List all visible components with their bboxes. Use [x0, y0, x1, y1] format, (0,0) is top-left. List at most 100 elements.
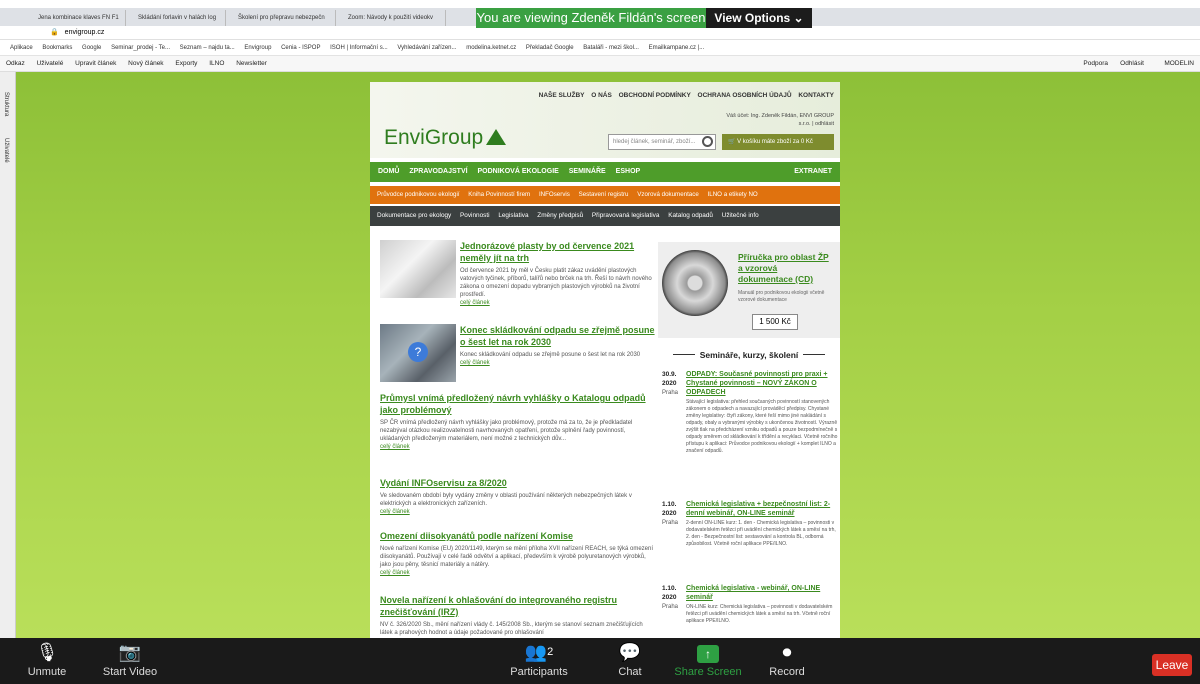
nav-item[interactable]: SEMINÁŘE [569, 168, 606, 175]
article-desc: NV č. 326/2020 Sb., mění nařízení vlády … [380, 622, 643, 636]
nav-item[interactable]: Průvodce podnikovou ekologií [377, 191, 460, 198]
admin-link[interactable]: Uživatelé [37, 60, 64, 67]
cart-button[interactable]: 🛒 V košíku máte zboží za 0 Kč [722, 134, 834, 150]
nav-item[interactable]: Vzorová dokumentace [637, 191, 699, 198]
chat-label: Chat [618, 666, 642, 678]
topnav-link[interactable]: O NÁS [591, 92, 612, 99]
article-title[interactable]: Vydání INFOservisu za 8/2020 [380, 477, 655, 489]
read-more-link[interactable]: celý článek [460, 299, 655, 307]
article-title[interactable]: Jednorázové plasty by od července 2021 n… [460, 240, 655, 264]
nav-item[interactable]: DOMŮ [378, 168, 399, 175]
admin-link[interactable]: ILNO [209, 60, 224, 67]
landfill-image[interactable]: ? [380, 324, 456, 382]
bookmark[interactable]: Bookmarks [42, 45, 72, 51]
bookmark[interactable]: Vyhledávání zařízen... [397, 45, 456, 51]
view-options-button[interactable]: View Options ⌄ [706, 8, 812, 28]
lock-icon: 🔒 [50, 29, 59, 36]
plastic-cutlery-image[interactable] [380, 240, 456, 298]
event-title[interactable]: Chemická legislativa + bezpečnostní list… [686, 500, 840, 518]
article-title[interactable]: Konec skládkování odpadu se zřejmě posun… [460, 324, 655, 348]
nav-item[interactable]: Katalog odpadů [668, 212, 713, 219]
bookmark[interactable]: modelina.ketnet.cz [466, 45, 516, 51]
nav-item[interactable]: INFOservis [539, 191, 570, 198]
admin-link[interactable]: Exporty [175, 60, 197, 67]
extranet-link[interactable]: EXTRANET [794, 162, 832, 182]
search-icon[interactable] [702, 136, 713, 147]
bookmark[interactable]: Google [82, 45, 101, 51]
article-desc: SP ČR vnímá předložený návrh vyhlášky ja… [380, 420, 633, 442]
topnav-link[interactable]: NAŠE SLUŽBY [539, 92, 585, 99]
article-title[interactable]: Omezení diisokyanátů podle nařízení Komi… [380, 530, 655, 542]
browser-tab[interactable]: Zoom: Návody k použití videokv [338, 10, 446, 26]
cd-image[interactable] [662, 250, 728, 316]
unmute-button[interactable]: 🎙 Unmute [22, 642, 72, 678]
bookmark[interactable]: Seminar_prodej - Te... [111, 45, 170, 51]
admin-link[interactable]: Odkaz [6, 60, 25, 67]
site-logo[interactable]: EnviGroup [384, 126, 507, 150]
record-button[interactable]: ⏺ Record [764, 642, 810, 678]
admin-link[interactable]: Upravit článek [75, 60, 116, 67]
bookmark[interactable]: Překladač Google [526, 45, 574, 51]
nav-item[interactable]: Povinnosti [460, 212, 490, 219]
article-item: Průmysl vnímá předložený návrh vyhlášky … [380, 392, 655, 451]
nav-item[interactable]: Kniha Povinností firem [468, 191, 530, 198]
bookmark[interactable]: Envigroup [244, 45, 271, 51]
browser-tab[interactable]: Skládání forlavin v halách log [128, 10, 226, 26]
nav-item[interactable]: Užitečné info [722, 212, 759, 219]
record-icon: ⏺ [782, 642, 792, 662]
event-title[interactable]: Chemická legislativa - webinář, ON-LINE … [686, 584, 840, 602]
promo-box: Příručka pro oblast ŽP a vzorová dokumen… [658, 242, 840, 338]
logout-link[interactable]: Odhlásit [1120, 56, 1144, 72]
nav-item[interactable]: Dokumentace pro ekology [377, 212, 451, 219]
event-date: 1.10. 2020 [662, 501, 677, 517]
sidebar-item-users[interactable]: Uživatelé [3, 138, 9, 163]
address-bar[interactable]: 🔒 envigroup.cz [0, 26, 1200, 40]
sidebar-item-structure[interactable]: Struktura [3, 92, 9, 116]
nav-item[interactable]: PODNIKOVÁ EKOLOGIE [478, 168, 559, 175]
bookmark[interactable]: Bataláři - mezi škol... [583, 45, 639, 51]
browser-tab[interactable]: Jena kombinace klaves FN F1 [28, 10, 126, 26]
event-title[interactable]: ODPADY: Současné povinnosti pro praxi + … [686, 370, 840, 397]
nav-item[interactable]: Připravovaná legislativa [592, 212, 660, 219]
nav-item[interactable]: ILNO a etikety NO [708, 191, 758, 198]
browser-tab[interactable]: Školení pro přepravu nebezpečn [228, 10, 336, 26]
topnav-link[interactable]: KONTAKTY [798, 92, 834, 99]
topnav-link[interactable]: OCHRANA OSOBNÍCH ÚDAJŮ [698, 92, 792, 99]
nav-item[interactable]: Změny předpisů [537, 212, 583, 219]
nav-item[interactable]: Legislativa [498, 212, 528, 219]
chat-button[interactable]: 💬 Chat [610, 642, 650, 678]
nav-item[interactable]: Sestavení registru [579, 191, 629, 198]
admin-link[interactable]: Podpora [1083, 56, 1108, 72]
account-info: Váš účet: Ing. Zdeněk Fildán, ENVI GROUP… [726, 113, 834, 127]
bookmark[interactable]: Cenia - ISPOP [281, 45, 320, 51]
article-title[interactable]: Průmysl vnímá předložený návrh vyhlášky … [380, 392, 655, 416]
promo-title[interactable]: Příručka pro oblast ŽP a vzorová dokumen… [738, 252, 834, 285]
admin-link[interactable]: Nový článek [128, 60, 163, 67]
seminars-heading: Semináře, kurzy, školení [658, 350, 840, 360]
admin-link[interactable]: MODELIN [1164, 56, 1194, 72]
admin-link[interactable]: Newsletter [236, 60, 267, 67]
article-title[interactable]: Novela nařízení k ohlašování do integrov… [380, 594, 655, 618]
bookmark[interactable]: Seznam – najdu ta... [180, 45, 235, 51]
leave-button[interactable]: Leave [1152, 654, 1192, 676]
read-more-link[interactable]: celý článek [380, 443, 655, 451]
topnav-link[interactable]: OBCHODNÍ PODMÍNKY [619, 92, 691, 99]
event-date: 30.9. 2020 [662, 371, 677, 387]
article-desc: Konec skládkování odpadu se zřejmě posun… [460, 352, 641, 358]
search-input[interactable]: hledej článek, seminář, zboží... [608, 134, 716, 150]
bookmark[interactable]: Emailkampane.cz |... [649, 45, 705, 51]
read-more-link[interactable]: celý článek [380, 508, 655, 516]
bookmark[interactable]: Aplikace [10, 45, 33, 51]
event-desc: ON-LINE kurz: Chemická legislativa – pov… [686, 604, 833, 624]
promo-price: 1 500 Kč [752, 314, 798, 330]
nav-item[interactable]: ESHOP [616, 168, 641, 175]
camera-off-icon: 📷 [118, 642, 142, 662]
tertiary-navigation: Dokumentace pro ekology Povinnosti Legis… [370, 206, 840, 226]
read-more-link[interactable]: celý článek [380, 569, 655, 577]
bookmark[interactable]: ISOH | Informační s... [330, 45, 388, 51]
start-video-button[interactable]: 📷 Start Video [96, 642, 164, 678]
nav-item[interactable]: ZPRAVODAJSTVÍ [409, 168, 467, 175]
participants-button[interactable]: 👥2 Participants [504, 642, 574, 678]
share-screen-button[interactable]: ↑ Share Screen [672, 642, 744, 678]
read-more-link[interactable]: celý článek [460, 359, 655, 367]
